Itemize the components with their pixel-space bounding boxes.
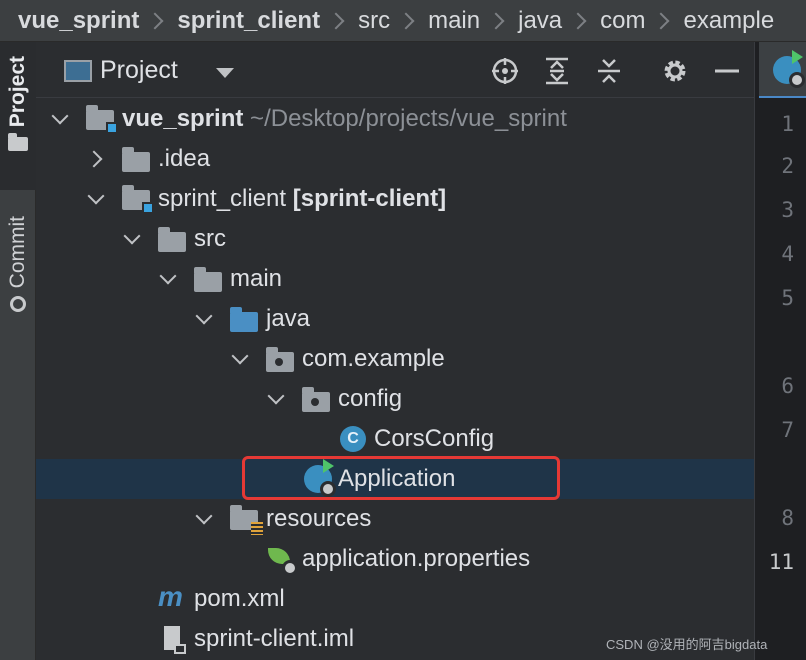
tree-row-idea[interactable]: .idea — [36, 139, 754, 179]
root-path: ~/Desktop/projects/vue_sprint — [250, 105, 567, 132]
module-folder-icon — [122, 185, 154, 214]
tree-item-label: CorsConfig — [374, 425, 495, 452]
panel-title[interactable]: Project — [100, 56, 178, 85]
chevron-right-icon — [397, 12, 415, 29]
tree-item-label: src — [194, 225, 226, 252]
line-number: 8 — [781, 506, 794, 530]
panel-header: Project — [36, 42, 754, 98]
line-number: 6 — [781, 374, 794, 398]
line-number: 4 — [781, 242, 794, 266]
tree-row-package[interactable]: com.example — [36, 339, 754, 379]
line-number: 3 — [781, 198, 794, 222]
locate-file-icon[interactable] — [490, 56, 520, 86]
tree-row-resources[interactable]: resources — [36, 499, 754, 539]
project-panel: Project vue_sprint ~/Desktop/projects/vu… — [36, 42, 754, 660]
tree-item-label: application.properties — [302, 545, 531, 572]
tree-row-corsconfig[interactable]: C CorsConfig — [36, 419, 754, 459]
gear-icon[interactable] — [660, 56, 690, 86]
tree-item-label: main — [230, 265, 283, 292]
chevron-down-icon[interactable] — [216, 68, 234, 78]
expand-all-icon[interactable] — [542, 56, 572, 86]
chevron-down-icon[interactable] — [87, 187, 105, 205]
spring-boot-app-icon — [773, 50, 805, 88]
chevron-right-icon — [146, 12, 164, 29]
maven-icon: m — [158, 581, 183, 612]
chevron-down-icon[interactable] — [231, 347, 249, 365]
chevron-down-icon[interactable] — [123, 227, 141, 245]
root-name: vue_sprint — [122, 105, 244, 132]
watermark: CSDN @没用的阿吉bigdata — [606, 637, 768, 652]
line-number: 7 — [781, 418, 794, 442]
collapse-all-icon[interactable] — [594, 56, 624, 86]
module-folder-icon — [86, 105, 118, 134]
tree-item-label: java — [266, 305, 311, 332]
chevron-right-icon — [569, 12, 587, 29]
resources-folder-icon — [230, 505, 263, 535]
source-folder-icon — [230, 307, 258, 332]
project-tool-label: Project — [6, 56, 29, 128]
tree-item-label: .idea — [158, 145, 211, 172]
project-tool-tab[interactable]: Project — [0, 42, 36, 190]
commit-icon — [10, 296, 26, 313]
breadcrumb-item[interactable]: src — [358, 7, 390, 35]
folder-icon — [158, 227, 186, 252]
tree-row-pom[interactable]: m pom.xml — [36, 579, 754, 619]
breadcrumb-item[interactable]: sprint_client — [177, 7, 320, 35]
tool-window-strip: Project Commit — [0, 42, 36, 660]
module-tag: [sprint-client] — [292, 185, 447, 212]
folder-icon — [194, 267, 222, 292]
tree-row-src[interactable]: src — [36, 219, 754, 259]
line-number: 11 — [768, 550, 794, 574]
module-file-icon — [164, 626, 186, 654]
editor-tab-application[interactable] — [759, 42, 806, 98]
chevron-down-icon[interactable] — [267, 387, 285, 405]
hide-panel-icon[interactable] — [712, 56, 742, 86]
chevron-down-icon[interactable] — [51, 107, 69, 125]
tree-row-config[interactable]: config — [36, 379, 754, 419]
tree-row-root[interactable]: vue_sprint ~/Desktop/projects/vue_sprint — [36, 99, 754, 139]
module-name: sprint_client — [158, 185, 287, 212]
tree-row-java[interactable]: java — [36, 299, 754, 339]
chevron-right-icon — [327, 12, 345, 29]
tree-item-label: resources — [266, 505, 372, 532]
editor-area: 1 2 3 4 5 6 7 8 11 — [754, 42, 806, 660]
folder-icon — [8, 133, 28, 152]
commit-tool-label: Commit — [6, 216, 29, 289]
breadcrumb-item[interactable]: main — [428, 7, 480, 35]
line-number: 1 — [781, 112, 794, 136]
tree-row-module[interactable]: sprint_client [sprint-client] — [36, 179, 754, 219]
project-view-icon — [64, 60, 92, 82]
breadcrumb-item[interactable]: java — [518, 7, 562, 35]
commit-tool-tab[interactable]: Commit — [0, 202, 36, 332]
line-number: 2 — [781, 154, 794, 178]
tree-row-properties[interactable]: application.properties — [36, 539, 754, 579]
chevron-down-icon[interactable] — [195, 307, 213, 325]
spring-properties-icon — [268, 548, 298, 576]
tree-row-main[interactable]: main — [36, 259, 754, 299]
breadcrumb-item[interactable]: example — [683, 7, 774, 35]
java-class-icon: C — [340, 426, 366, 452]
line-number: 5 — [781, 286, 794, 310]
breadcrumb-item[interactable]: vue_sprint — [18, 7, 139, 35]
chevron-right-icon — [487, 12, 505, 29]
tree-item-label: config — [338, 385, 403, 412]
chevron-down-icon[interactable] — [159, 267, 177, 285]
package-icon — [266, 347, 294, 372]
tree-item-label: com.example — [302, 345, 445, 372]
folder-icon — [122, 147, 150, 172]
chevron-down-icon[interactable] — [195, 507, 213, 525]
tree-item-label: pom.xml — [194, 585, 285, 612]
breadcrumb-item[interactable]: com — [600, 7, 645, 35]
tree-item-label: sprint-client.iml — [194, 625, 355, 652]
chevron-right-icon[interactable] — [85, 150, 103, 168]
highlight-annotation — [242, 456, 560, 500]
chevron-right-icon — [652, 12, 670, 29]
breadcrumb: vue_sprint sprint_client src main java c… — [0, 0, 806, 42]
package-icon — [302, 387, 330, 412]
